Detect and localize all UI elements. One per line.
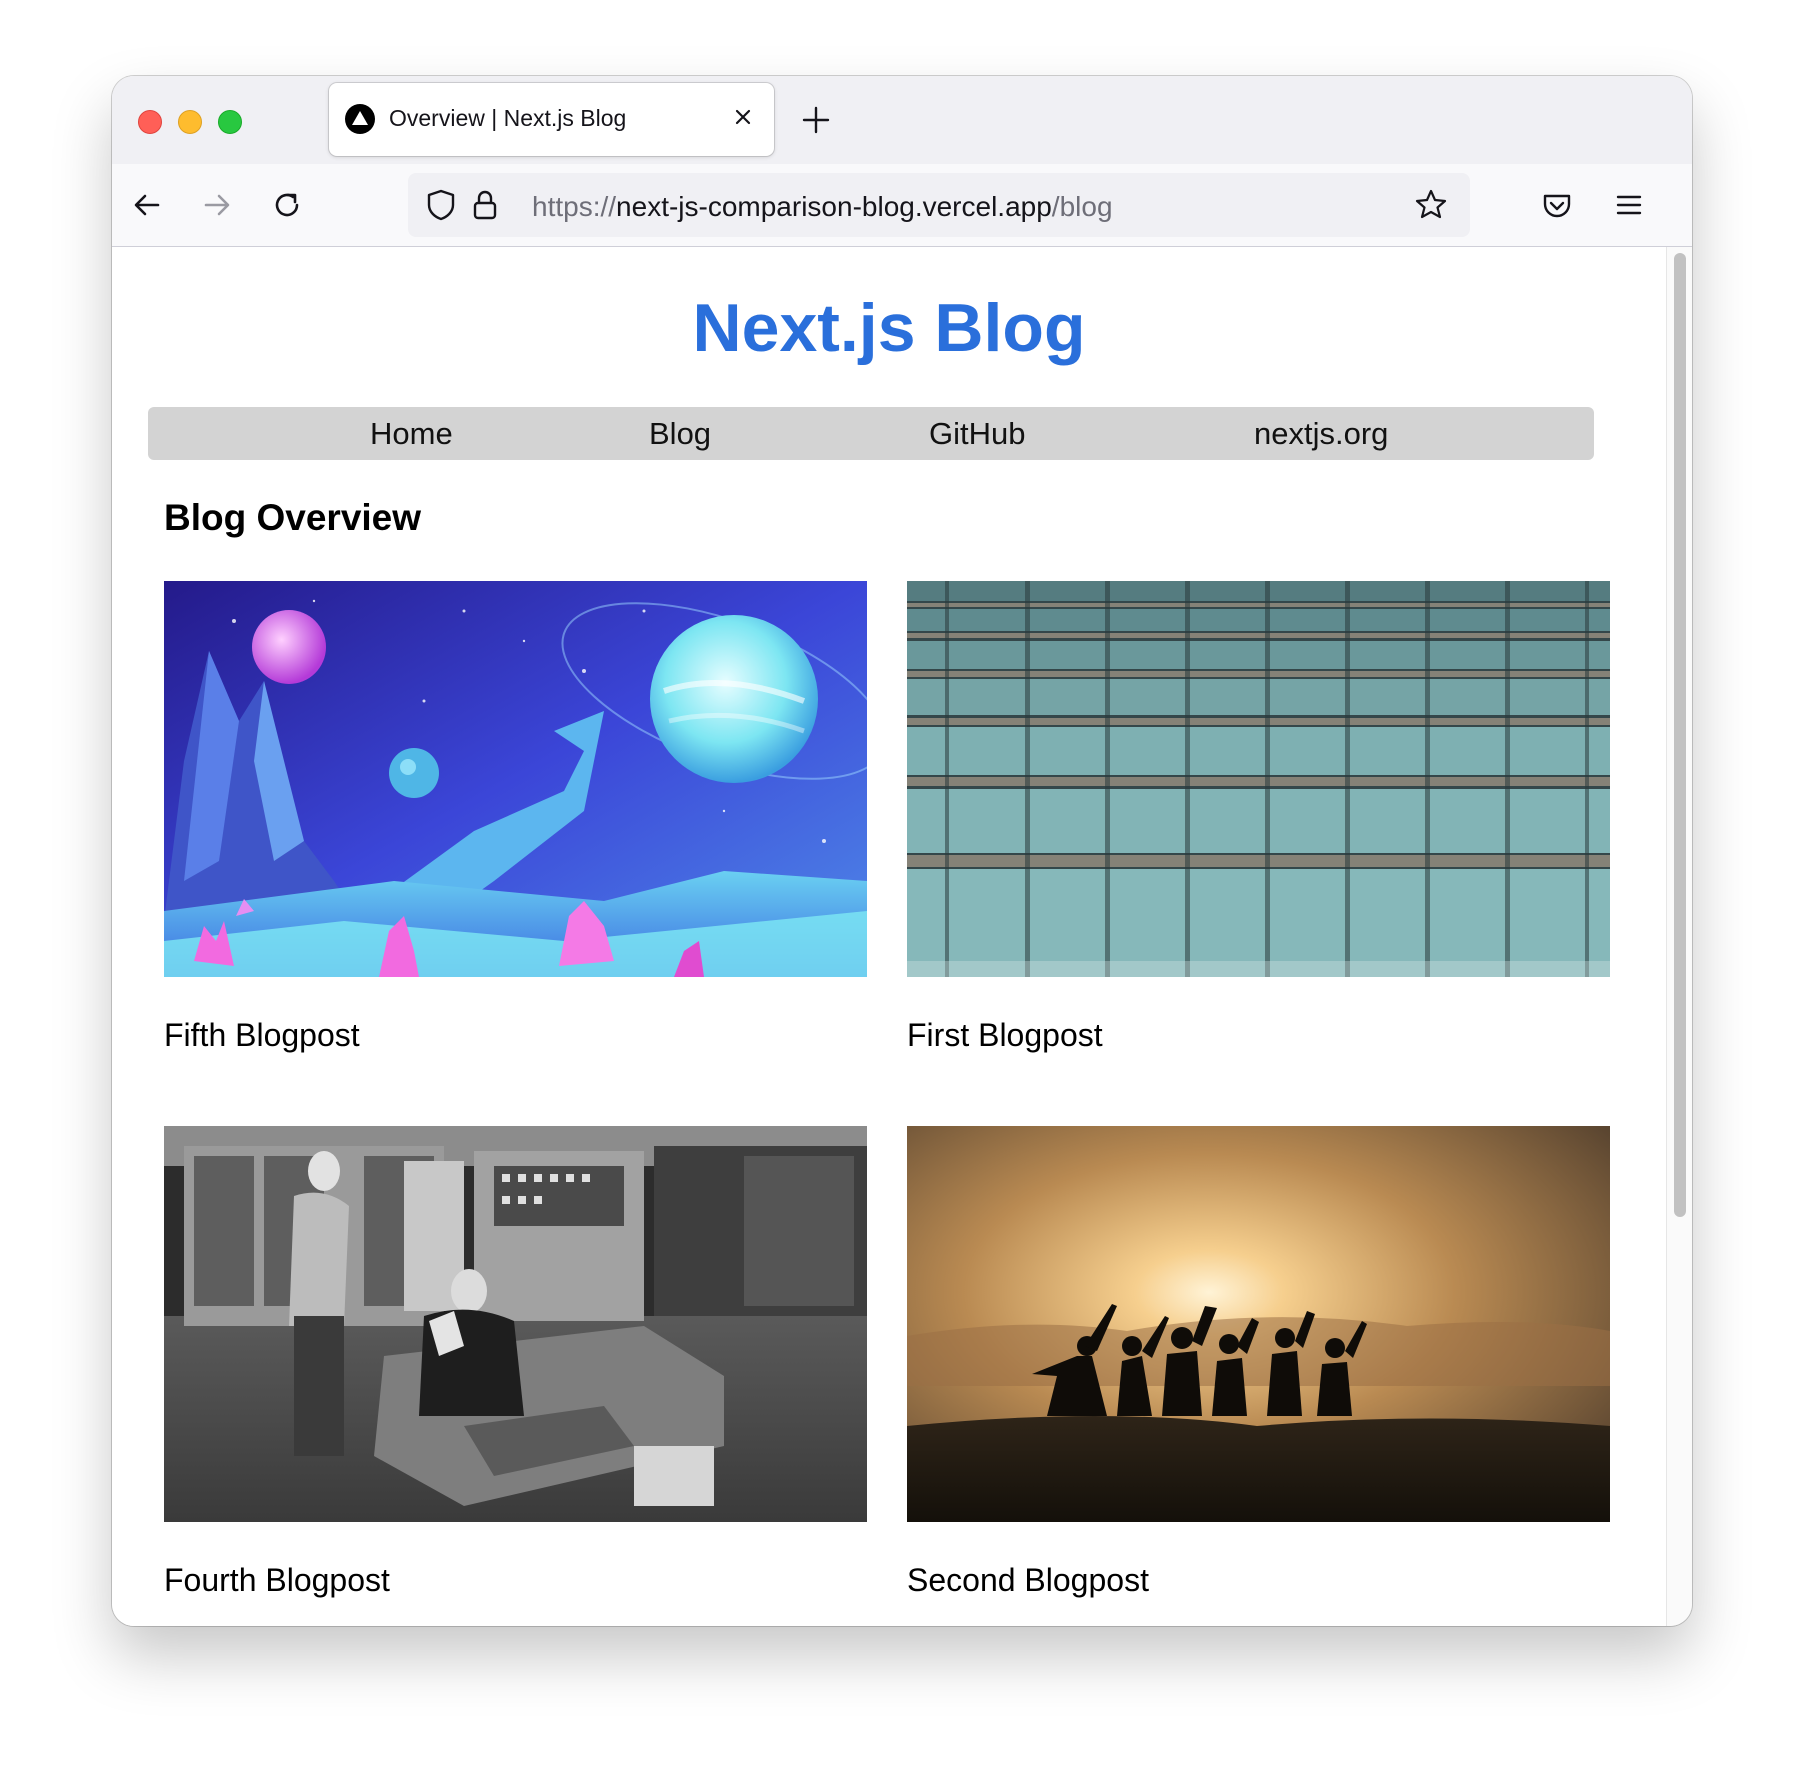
nav-link-github[interactable]: GitHub <box>929 416 1025 452</box>
stadium-seats-photo-image[interactable] <box>907 581 1610 977</box>
nav-link-home[interactable]: Home <box>370 416 453 452</box>
browser-window: Overview | Next.js Blog https://next-js-… <box>112 76 1692 1626</box>
url-host: next-js-comparison-blog.vercel.app <box>616 191 1052 222</box>
page-content: Next.js Blog Home Blog GitHub nextjs.org… <box>112 247 1666 1626</box>
tab-title: Overview | Next.js Blog <box>389 105 627 131</box>
scrollbar-thumb[interactable] <box>1674 253 1686 1217</box>
lock-icon[interactable] <box>466 186 504 224</box>
nav-link-nextjs-org[interactable]: nextjs.org <box>1254 416 1388 452</box>
tab-bar: Overview | Next.js Blog <box>112 76 1692 164</box>
back-arrow-icon[interactable] <box>128 186 166 224</box>
forward-arrow-icon[interactable] <box>198 186 236 224</box>
pocket-icon[interactable] <box>1538 186 1576 224</box>
nav-link-blog[interactable]: Blog <box>649 416 711 452</box>
browser-tab-active[interactable]: Overview | Next.js Blog <box>329 83 774 156</box>
space-planet-illustration-image[interactable] <box>164 581 867 977</box>
reload-icon[interactable] <box>268 186 306 224</box>
star-bookmark-icon[interactable] <box>1412 186 1450 224</box>
vintage-computer-photo-image[interactable] <box>164 1126 867 1522</box>
post-title[interactable]: Fourth Blogpost <box>164 1562 390 1599</box>
sunset-silhouettes-photo-image[interactable] <box>907 1126 1610 1522</box>
close-window-button[interactable] <box>138 110 162 134</box>
hamburger-menu-icon[interactable] <box>1610 186 1648 224</box>
url-scheme: https:// <box>532 191 617 222</box>
new-tab-plus-icon[interactable] <box>798 102 834 138</box>
close-tab-icon[interactable] <box>727 101 759 133</box>
page-heading: Blog Overview <box>164 497 422 538</box>
zoom-window-button[interactable] <box>218 110 242 134</box>
navigation-toolbar: https://next-js-comparison-blog.vercel.a… <box>112 164 1692 247</box>
minimize-window-button[interactable] <box>178 110 202 134</box>
url-path: /blog <box>1051 191 1113 222</box>
post-title[interactable]: First Blogpost <box>907 1017 1103 1054</box>
shield-icon[interactable] <box>422 186 460 224</box>
site-navigation: Home Blog GitHub nextjs.org <box>148 407 1594 460</box>
url-bar[interactable]: https://next-js-comparison-blog.vercel.a… <box>408 173 1470 237</box>
post-title[interactable]: Second Blogpost <box>907 1562 1149 1599</box>
nextjs-favicon-icon <box>345 104 375 134</box>
post-title[interactable]: Fifth Blogpost <box>164 1017 360 1054</box>
url-text[interactable]: https://next-js-comparison-blog.vercel.a… <box>532 191 1113 223</box>
vertical-scrollbar[interactable] <box>1666 247 1692 1626</box>
site-title[interactable]: Next.js Blog <box>112 289 1666 367</box>
